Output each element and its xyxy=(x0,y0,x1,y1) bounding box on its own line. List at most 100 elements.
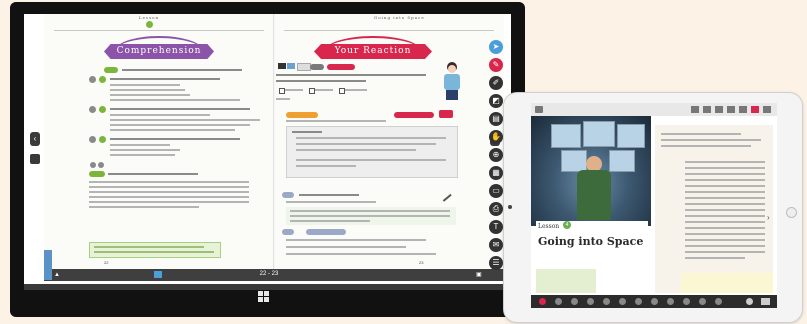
listen-badge xyxy=(286,112,318,118)
comprehension-banner: Comprehension xyxy=(104,44,214,59)
comment-icon[interactable] xyxy=(746,298,753,305)
next-page-icon[interactable]: › xyxy=(767,213,770,222)
text-line xyxy=(110,129,235,131)
window-pane xyxy=(551,124,581,148)
text-line xyxy=(685,203,765,205)
tool-icon[interactable] xyxy=(703,106,711,113)
tool-icon[interactable] xyxy=(739,106,747,113)
tool-icon[interactable] xyxy=(667,298,674,305)
tool-icon[interactable] xyxy=(587,298,594,305)
ipad-toolbar xyxy=(531,103,777,116)
text-icon[interactable]: T xyxy=(489,220,503,234)
text-line xyxy=(110,94,190,96)
text-line xyxy=(110,119,260,121)
text-line xyxy=(290,215,450,217)
instruction-line xyxy=(122,69,242,71)
text-line xyxy=(299,194,359,196)
text-line xyxy=(310,64,324,70)
zoom-icon[interactable]: ⊕ xyxy=(489,148,503,162)
tool-icon[interactable] xyxy=(651,298,658,305)
eraser-icon[interactable]: ◩ xyxy=(489,94,503,108)
keyboard-icon[interactable] xyxy=(761,298,770,305)
tool-icon[interactable] xyxy=(715,298,722,305)
text-line xyxy=(110,154,175,156)
tool-icon[interactable] xyxy=(683,298,690,305)
text-line xyxy=(276,80,366,82)
page-icon[interactable]: ▤ xyxy=(489,112,503,126)
text-line xyxy=(286,246,406,248)
text-line xyxy=(685,227,765,229)
pen-icon[interactable]: ✎ xyxy=(489,58,503,72)
text-line xyxy=(685,161,765,163)
record-icon[interactable] xyxy=(539,298,546,305)
text-line xyxy=(661,145,751,147)
back-icon[interactable] xyxy=(535,106,543,113)
side-tab[interactable] xyxy=(44,250,52,280)
windows-logo-icon[interactable] xyxy=(258,291,270,303)
tool-icon[interactable] xyxy=(691,106,699,113)
summary-badge xyxy=(89,171,105,177)
pointer-icon[interactable]: ➤ xyxy=(489,40,503,54)
text-line xyxy=(89,201,249,203)
ipad-home-button[interactable] xyxy=(786,207,797,218)
text-line xyxy=(685,239,765,241)
tool-icon[interactable] xyxy=(715,106,723,113)
tool-icon[interactable] xyxy=(727,106,735,113)
student-illustration xyxy=(441,62,463,102)
window-pane xyxy=(561,150,587,172)
menu-up-icon[interactable]: ▲ xyxy=(54,272,60,278)
pen-icon[interactable] xyxy=(751,106,759,113)
text-line xyxy=(296,143,436,145)
text-line xyxy=(110,124,250,126)
prev-page-icon[interactable]: ‹ xyxy=(30,132,40,146)
comment-icon[interactable]: ✉ xyxy=(489,238,503,252)
pages-icon[interactable] xyxy=(30,154,40,164)
menu-icon[interactable] xyxy=(763,106,771,113)
text-line xyxy=(89,186,249,188)
question-number xyxy=(89,106,96,113)
fullscreen-icon[interactable]: ▣ xyxy=(476,271,482,278)
print-icon[interactable]: ⎙ xyxy=(489,202,503,216)
lesson-number-badge: 4 xyxy=(563,221,571,229)
text-line xyxy=(290,220,370,222)
tool-icon[interactable] xyxy=(699,298,706,305)
text-line xyxy=(89,196,249,198)
text-line xyxy=(315,89,333,91)
list-icon[interactable]: ☰ xyxy=(489,256,503,270)
header-tab: Going into Space xyxy=(374,15,425,20)
text-line xyxy=(110,108,250,110)
hand-icon[interactable]: ✋ xyxy=(489,130,503,144)
lesson-badge xyxy=(146,21,153,28)
question-number xyxy=(89,76,96,83)
toggle-button[interactable] xyxy=(287,63,295,69)
opinion-badge xyxy=(327,64,355,70)
window-pane xyxy=(609,150,635,172)
tool-icon[interactable] xyxy=(619,298,626,305)
highlighter-icon[interactable]: ✐ xyxy=(489,76,503,90)
tool-icon[interactable] xyxy=(603,298,610,305)
tablet-screen: Lesson Going into Space Comprehension 22… xyxy=(24,14,511,284)
audio-icon[interactable] xyxy=(90,162,96,168)
activity-badge xyxy=(282,229,294,235)
page-number-left: 22 xyxy=(104,260,109,265)
window-icon[interactable]: ▭ xyxy=(489,184,503,198)
text-line xyxy=(345,89,367,91)
lesson-title: Going into Space xyxy=(538,235,644,248)
toggle-button[interactable] xyxy=(297,63,311,71)
space-station-photo xyxy=(531,116,651,226)
text-line xyxy=(661,139,761,141)
activity-badge xyxy=(282,192,294,198)
question-number xyxy=(99,136,106,143)
thumbnails-icon[interactable] xyxy=(154,271,162,278)
lesson-label: Lesson xyxy=(538,223,560,230)
text-line xyxy=(296,159,446,161)
text-line xyxy=(290,210,450,212)
grid-icon[interactable]: ▦ xyxy=(489,166,503,180)
audio-icon[interactable] xyxy=(98,162,104,168)
toggle-button[interactable] xyxy=(278,63,286,69)
tool-icon[interactable] xyxy=(571,298,578,305)
page-number-right: 23 xyxy=(419,260,424,265)
reading-column xyxy=(655,125,773,293)
tool-icon[interactable] xyxy=(635,298,642,305)
tool-icon[interactable] xyxy=(555,298,562,305)
